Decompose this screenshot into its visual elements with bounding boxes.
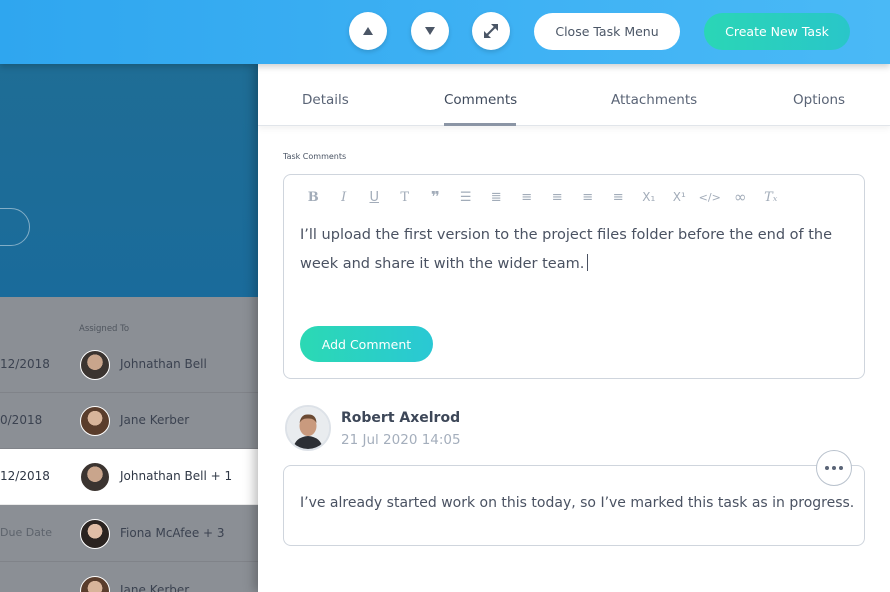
table-row[interactable]: 12/2018 Johnathan Bell bbox=[0, 337, 258, 393]
row-assignee: Johnathan Bell bbox=[120, 357, 207, 371]
subscript-icon[interactable]: X₁ bbox=[634, 187, 665, 207]
text-caret bbox=[587, 254, 589, 271]
row-assignee: Jane Kerber bbox=[120, 583, 190, 592]
row-date: 12/2018 bbox=[0, 357, 50, 371]
comment-item: I’ve already started work on this today,… bbox=[283, 465, 865, 546]
row-date: 12/2018 bbox=[0, 469, 50, 483]
clear-format-icon[interactable]: Tₓ bbox=[756, 187, 787, 207]
avatar bbox=[80, 519, 110, 549]
create-new-task-button[interactable]: Create New Task bbox=[704, 13, 850, 50]
close-task-menu-button[interactable]: Close Task Menu bbox=[534, 13, 680, 50]
bold-icon[interactable]: B bbox=[298, 187, 329, 207]
avatar bbox=[285, 405, 331, 451]
row-date: 0/2018 bbox=[0, 413, 43, 427]
top-bar: Close Task Menu Create New Task bbox=[0, 0, 890, 64]
comment-draft-text: I’ll upload the first version to the pro… bbox=[300, 227, 833, 272]
link-icon[interactable]: ∞ bbox=[725, 187, 756, 207]
align-left-icon[interactable]: ≡ bbox=[542, 187, 573, 207]
tab-bar: Details Comments Attachments Options bbox=[258, 64, 890, 126]
expand-button[interactable] bbox=[472, 12, 510, 50]
align-center-icon[interactable]: ≡ bbox=[573, 187, 604, 207]
align-right-icon[interactable]: ≡ bbox=[603, 187, 634, 207]
comment-timestamp: 21 Jul 2020 14:05 bbox=[341, 432, 461, 448]
tab-comments[interactable]: Comments bbox=[444, 92, 517, 108]
row-assignee: Fiona McAfee + 3 bbox=[120, 526, 225, 540]
table-row[interactable]: Jane Kerber bbox=[0, 563, 258, 592]
tab-details[interactable]: Details bbox=[302, 92, 349, 108]
assigned-to-header: Assigned To bbox=[79, 324, 130, 334]
row-assignee: Jane Kerber bbox=[120, 413, 190, 427]
superscript-icon[interactable]: X¹ bbox=[664, 187, 695, 207]
comment-more-button[interactable] bbox=[816, 450, 852, 486]
task-detail-panel: Details Comments Attachments Options Tas… bbox=[258, 64, 890, 592]
left-header-area bbox=[0, 64, 258, 297]
active-tab-indicator bbox=[444, 123, 516, 126]
row-assignee: Johnathan Bell + 1 bbox=[120, 469, 233, 483]
blockquote-icon[interactable]: ❞ bbox=[420, 187, 451, 207]
user-portrait-icon bbox=[287, 407, 329, 449]
table-row[interactable]: 12/2018 Johnathan Bell + 1 bbox=[0, 449, 258, 505]
tab-options[interactable]: Options bbox=[793, 92, 845, 108]
add-comment-button[interactable]: Add Comment bbox=[300, 326, 433, 362]
comment-editor[interactable]: B I U T ❞ ☰ ≣ ≡ ≡ ≡ ≡ X₁ X¹ </> ∞ Tₓ I’l… bbox=[283, 174, 865, 379]
code-icon[interactable]: </> bbox=[695, 187, 726, 207]
underline-icon[interactable]: U bbox=[359, 187, 390, 207]
tab-attachments[interactable]: Attachments bbox=[611, 92, 697, 108]
row-date: Due Date bbox=[0, 526, 52, 539]
comment-body: I’ve already started work on this today,… bbox=[300, 495, 855, 511]
avatar bbox=[80, 462, 110, 492]
comment-author: Robert Axelrod bbox=[341, 410, 461, 426]
italic-icon[interactable]: I bbox=[329, 187, 360, 207]
avatar bbox=[80, 576, 110, 592]
table-row[interactable]: 0/2018 Jane Kerber bbox=[0, 393, 258, 449]
move-down-button[interactable] bbox=[411, 12, 449, 50]
comment-text-area[interactable]: I’ll upload the first version to the pro… bbox=[300, 221, 850, 279]
move-up-button[interactable] bbox=[349, 12, 387, 50]
editor-toolbar: B I U T ❞ ☰ ≣ ≡ ≡ ≡ ≡ X₁ X¹ </> ∞ Tₓ bbox=[298, 187, 786, 207]
table-row[interactable]: Due Date Fiona McAfee + 3 bbox=[0, 506, 258, 562]
justify-icon[interactable]: ≡ bbox=[512, 187, 543, 207]
caret-up-icon bbox=[363, 27, 373, 35]
avatar bbox=[80, 350, 110, 380]
more-dots-icon bbox=[825, 466, 843, 470]
avatar bbox=[80, 406, 110, 436]
strikethrough-icon[interactable]: T bbox=[390, 187, 421, 207]
numbered-list-icon[interactable]: ≣ bbox=[481, 187, 512, 207]
task-comments-label: Task Comments bbox=[283, 152, 347, 161]
caret-down-icon bbox=[425, 27, 435, 35]
expand-arrows-icon bbox=[484, 24, 498, 38]
bullet-list-icon[interactable]: ☰ bbox=[451, 187, 482, 207]
